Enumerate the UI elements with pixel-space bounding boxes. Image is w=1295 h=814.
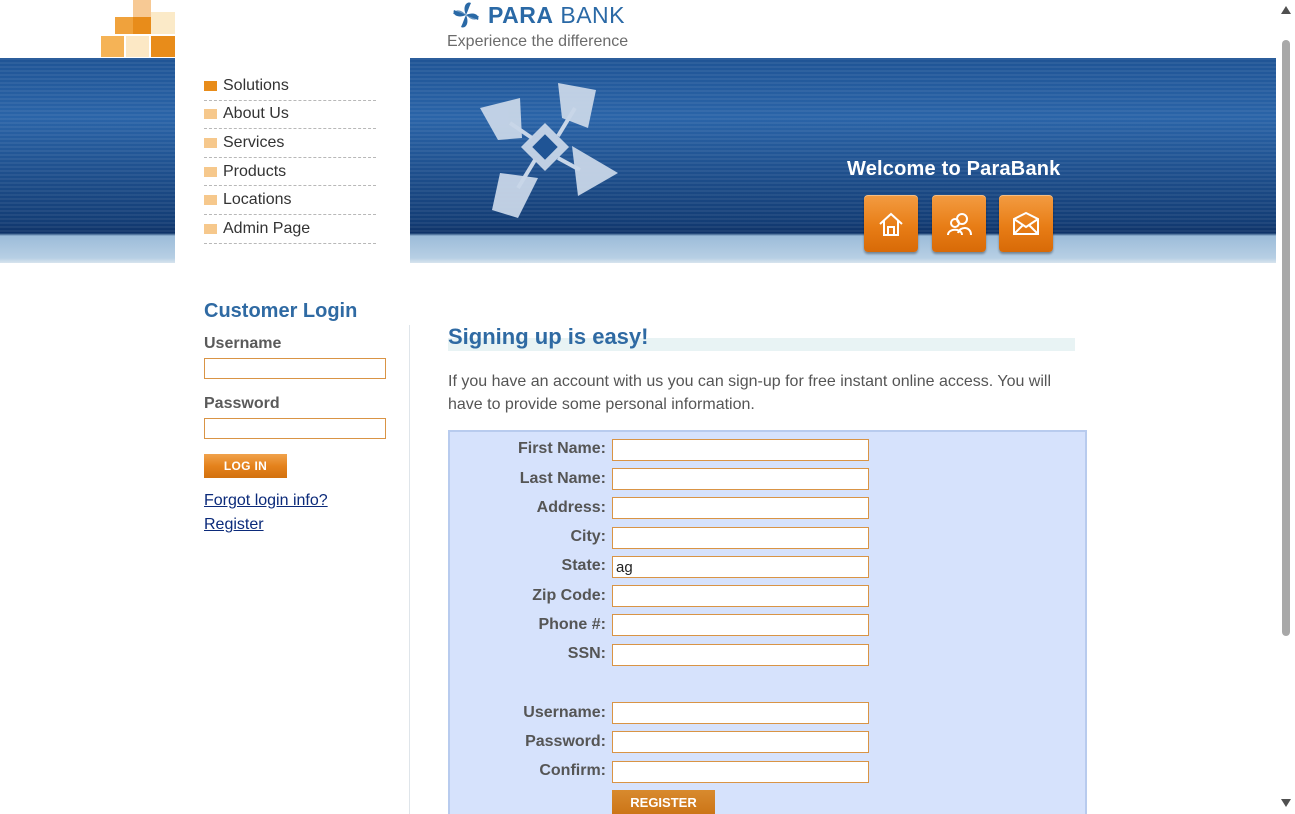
vertical-scrollbar[interactable]: [1278, 0, 1295, 814]
brand-tagline: Experience the difference: [447, 33, 629, 50]
welcome-heading: Welcome to ParaBank: [847, 158, 1061, 180]
first-name-label: First Name:: [517, 440, 606, 457]
bullet-icon: [204, 80, 217, 91]
nav-item-label: Admin Page: [223, 219, 311, 237]
confirm-password-input[interactable]: [612, 761, 869, 783]
nav-item-about-us[interactable]: About Us: [204, 101, 376, 130]
state-input[interactable]: [612, 556, 869, 578]
intro-text: If you have an account with us you can s…: [448, 373, 1052, 413]
last-name-label: Last Name:: [519, 470, 606, 487]
parabank-brand[interactable]: PARA BANK: [447, 0, 625, 30]
city-input[interactable]: [612, 527, 869, 549]
phone-label: Phone #:: [538, 616, 606, 633]
about-button[interactable]: [932, 195, 986, 252]
contact-envelope-icon: [1013, 211, 1039, 235]
login-password-label: Password: [204, 395, 280, 412]
nav-item-label: Solutions: [223, 76, 289, 94]
bullet-icon: [204, 195, 217, 206]
brand-name: PARA BANK: [488, 1, 625, 28]
username-input[interactable]: [612, 702, 869, 724]
scrollbar-thumb[interactable]: [1282, 40, 1290, 636]
first-name-input[interactable]: [612, 439, 869, 461]
password-label: Password:: [525, 733, 606, 750]
nav-item-admin-page[interactable]: Admin Page: [204, 215, 376, 244]
page-title: Signing up is easy!: [448, 324, 649, 349]
scroll-up-arrow-icon[interactable]: [1281, 6, 1291, 14]
bullet-icon: [204, 223, 217, 234]
bullet-icon: [204, 166, 217, 177]
city-label: City:: [570, 528, 606, 545]
about-people-icon: [947, 212, 972, 235]
scroll-down-arrow-icon[interactable]: [1281, 799, 1291, 807]
nav-item-solutions[interactable]: Solutions: [204, 72, 376, 101]
login-password-input[interactable]: [204, 418, 386, 439]
home-icon: [879, 212, 903, 236]
forgot-login-link[interactable]: Forgot login info?: [204, 492, 328, 510]
nav-item-products[interactable]: Products: [204, 158, 376, 187]
parabank-logo-icon: [453, 2, 479, 28]
nav-item-locations[interactable]: Locations: [204, 186, 376, 215]
nav-item-label: Services: [223, 133, 285, 151]
zip-code-label: Zip Code:: [532, 587, 606, 604]
login-username-label: Username: [204, 335, 282, 352]
zip-code-input[interactable]: [612, 585, 869, 607]
address-input[interactable]: [612, 497, 869, 519]
phone-input[interactable]: [612, 614, 869, 636]
customer-login-title: Customer Login: [204, 300, 358, 322]
bullet-icon: [204, 137, 217, 148]
home-button[interactable]: [864, 195, 918, 252]
nav-item-label: About Us: [223, 105, 289, 123]
confirm-label: Confirm:: [539, 762, 606, 779]
address-label: Address:: [536, 499, 606, 516]
main-nav: Solutions About Us Services Products Loc…: [204, 72, 376, 244]
nav-item-label: Products: [223, 162, 287, 180]
network-arrows-graphic: [480, 83, 618, 218]
ssn-label: SSN:: [567, 645, 606, 662]
login-button[interactable]: LOG IN: [204, 454, 287, 478]
nav-item-label: Locations: [223, 191, 292, 209]
column-divider: [409, 325, 410, 814]
register-button[interactable]: REGISTER: [612, 790, 715, 814]
last-name-input[interactable]: [612, 468, 869, 490]
password-input[interactable]: [612, 731, 869, 753]
register-link[interactable]: Register: [204, 516, 264, 534]
contact-button[interactable]: [999, 195, 1053, 252]
state-label: State:: [561, 557, 606, 574]
login-username-input[interactable]: [204, 358, 386, 379]
bullet-icon: [204, 109, 217, 120]
nav-item-services[interactable]: Services: [204, 129, 376, 158]
parabank-logo-squares: [101, 0, 175, 57]
ssn-input[interactable]: [612, 644, 869, 666]
username-label: Username:: [523, 704, 606, 721]
